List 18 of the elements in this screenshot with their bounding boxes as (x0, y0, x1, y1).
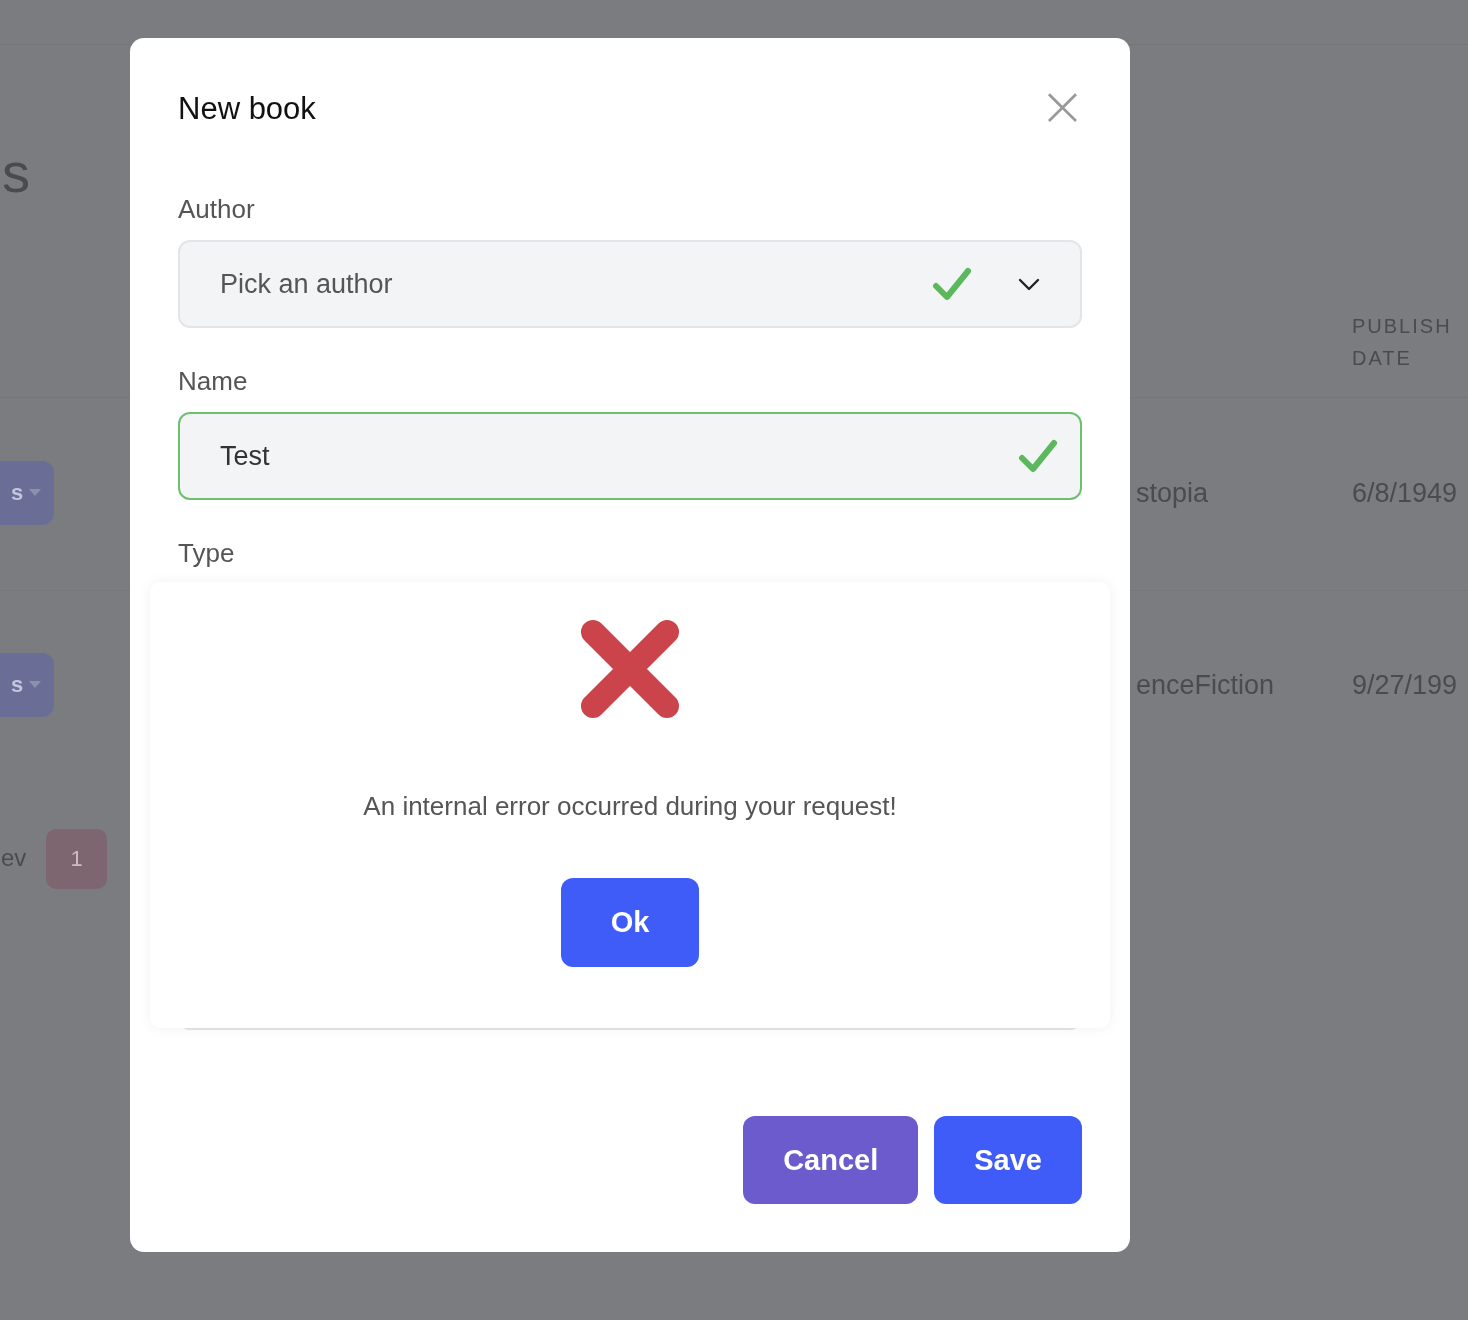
close-button[interactable]: × (1039, 85, 1086, 133)
save-button[interactable]: Save (934, 1116, 1082, 1204)
caret-icon (29, 489, 42, 497)
cancel-button[interactable]: Cancel (743, 1116, 919, 1204)
caret-icon (29, 681, 42, 689)
name-input[interactable]: Test (178, 412, 1082, 500)
field-label: Author (178, 194, 256, 224)
page-button[interactable]: 1 (46, 829, 107, 889)
cross-icon (580, 619, 680, 719)
dropdown-button[interactable]: s (0, 653, 54, 717)
ok-button[interactable]: Ok (561, 878, 699, 967)
chevron-down-icon (1018, 277, 1040, 291)
author-select[interactable]: Pick an author (178, 240, 1082, 328)
field-label: Type (178, 538, 236, 568)
dropdown-button[interactable]: s (0, 461, 54, 525)
alert-message: An internal error occurred during your request! (363, 791, 897, 821)
dialog-title: New book (178, 91, 316, 127)
field-label: Name (178, 366, 249, 396)
